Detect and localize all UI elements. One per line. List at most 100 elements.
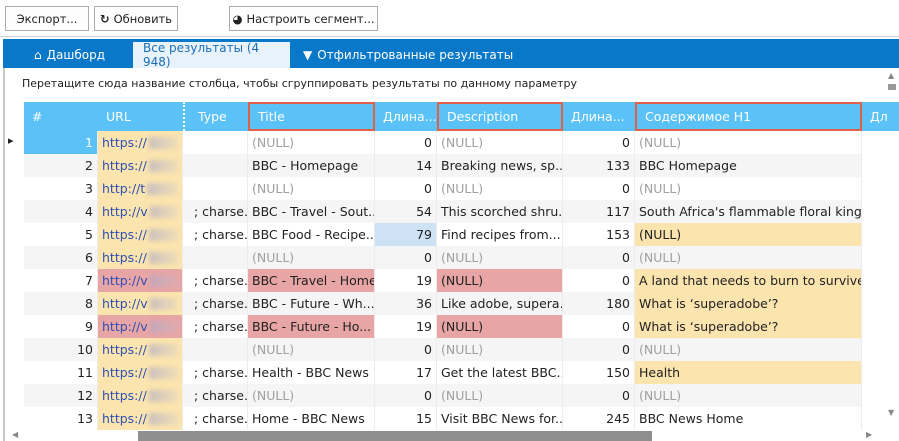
cell-h1[interactable]: (NULL) bbox=[635, 177, 862, 200]
cell-dlen[interactable]: 133 bbox=[563, 154, 635, 177]
cell-dlen[interactable]: 0 bbox=[563, 246, 635, 269]
tab-filtered-results[interactable]: ▼ Отфильтрованные результаты bbox=[293, 42, 523, 68]
export-button[interactable]: Экспорт... bbox=[5, 6, 89, 31]
cell-title[interactable]: Health - BBC News bbox=[248, 361, 375, 384]
cell-url[interactable]: http://v bbox=[98, 292, 183, 315]
cell-h1[interactable]: (NULL) bbox=[635, 223, 862, 246]
cell-title[interactable]: (NULL) bbox=[248, 338, 375, 361]
cell-desc[interactable]: Visit BBC News for... bbox=[437, 407, 563, 430]
cell-tlen[interactable]: 0 bbox=[375, 338, 437, 361]
cell-title[interactable]: BBC - Homepage bbox=[248, 154, 375, 177]
vertical-scrollbar[interactable]: ▲ ▼ bbox=[885, 68, 899, 428]
cell-type[interactable] bbox=[190, 246, 248, 269]
cell-n[interactable]: 10 bbox=[24, 338, 98, 361]
column-header[interactable]: URL bbox=[98, 102, 183, 131]
cell-desc[interactable]: Get the latest BBC... bbox=[437, 361, 563, 384]
cell-n[interactable]: 12 bbox=[24, 384, 98, 407]
cell-url[interactable]: https:// bbox=[98, 361, 183, 384]
cell-n[interactable]: 13 bbox=[24, 407, 98, 430]
cell-title[interactable]: BBC - Future - Ho... bbox=[248, 315, 375, 338]
cell-tlen[interactable]: 19 bbox=[375, 315, 437, 338]
cell-h1[interactable]: (NULL) bbox=[635, 338, 862, 361]
cell-type[interactable] bbox=[190, 131, 248, 154]
cell-title[interactable]: (NULL) bbox=[248, 177, 375, 200]
cell-h1[interactable]: What is ‘superadobe’? bbox=[635, 292, 862, 315]
column-header[interactable]: Длина... bbox=[375, 102, 437, 131]
cell-dlen[interactable]: 117 bbox=[563, 200, 635, 223]
cell-n[interactable]: 5 bbox=[24, 223, 98, 246]
cell-dlen[interactable]: 0 bbox=[563, 269, 635, 292]
horizontal-scrollbar[interactable]: ◀ ▶ bbox=[0, 430, 885, 441]
cell-url[interactable]: http://v bbox=[98, 269, 183, 292]
cell-h1[interactable]: BBC News Home bbox=[635, 407, 862, 430]
group-by-hint[interactable]: Перетащите сюда название столбца, чтобы … bbox=[22, 77, 577, 90]
cell-desc[interactable]: Like adobe, supera... bbox=[437, 292, 563, 315]
cell-n[interactable]: 4 bbox=[24, 200, 98, 223]
cell-url[interactable]: http://v bbox=[98, 200, 183, 223]
cell-title[interactable]: BBC - Future - Wh... bbox=[248, 292, 375, 315]
vertical-scroll-thumb[interactable] bbox=[888, 84, 896, 90]
cell-tlen[interactable]: 0 bbox=[375, 131, 437, 154]
cell-h1[interactable]: What is ‘superadobe’? bbox=[635, 315, 862, 338]
tab-all-results[interactable]: Все результаты (4 948) bbox=[133, 41, 290, 69]
column-header[interactable]: # bbox=[24, 102, 98, 131]
cell-tlen[interactable]: 0 bbox=[375, 384, 437, 407]
cell-n[interactable]: 7 bbox=[24, 269, 98, 292]
cell-type[interactable]: ; charse... bbox=[190, 292, 248, 315]
cell-type[interactable] bbox=[190, 338, 248, 361]
cell-url[interactable]: https:// bbox=[98, 246, 183, 269]
cell-url[interactable]: http://t bbox=[98, 177, 183, 200]
column-header[interactable]: Длина... bbox=[563, 102, 635, 131]
scroll-down-icon[interactable]: ▼ bbox=[888, 408, 894, 417]
cell-desc[interactable]: Find recipes from... bbox=[437, 223, 563, 246]
cell-url[interactable]: https:// bbox=[98, 338, 183, 361]
cell-url[interactable]: https:// bbox=[98, 384, 183, 407]
cell-title[interactable]: (NULL) bbox=[248, 246, 375, 269]
cell-dlen[interactable]: 0 bbox=[563, 384, 635, 407]
cell-n[interactable]: 9 bbox=[24, 315, 98, 338]
column-header[interactable]: Title bbox=[248, 102, 375, 131]
cell-n[interactable]: 1 bbox=[24, 131, 98, 154]
cell-n[interactable]: 2 bbox=[24, 154, 98, 177]
cell-dlen[interactable]: 153 bbox=[563, 223, 635, 246]
cell-desc[interactable]: (NULL) bbox=[437, 315, 563, 338]
cell-title[interactable]: Home - BBC News bbox=[248, 407, 375, 430]
cell-tlen[interactable]: 0 bbox=[375, 246, 437, 269]
cell-url[interactable]: http://v bbox=[98, 315, 183, 338]
cell-url[interactable]: https:// bbox=[98, 131, 183, 154]
cell-dlen[interactable]: 180 bbox=[563, 292, 635, 315]
cell-desc[interactable]: Breaking news, sp... bbox=[437, 154, 563, 177]
cell-type[interactable]: ; charse... bbox=[190, 361, 248, 384]
cell-type[interactable]: ; charse... bbox=[190, 200, 248, 223]
cell-tlen[interactable]: 79 bbox=[375, 223, 437, 246]
cell-h1[interactable]: South Africa's flammable floral king... bbox=[635, 200, 862, 223]
scroll-left-icon[interactable]: ◀ bbox=[12, 430, 18, 439]
cell-h1[interactable]: (NULL) bbox=[635, 246, 862, 269]
cell-dlen[interactable]: 0 bbox=[563, 338, 635, 361]
refresh-button[interactable]: ↻ Обновить bbox=[94, 6, 178, 31]
horizontal-scroll-thumb[interactable] bbox=[138, 431, 652, 441]
cell-h1[interactable]: A land that needs to burn to survive bbox=[635, 269, 862, 292]
cell-h1[interactable]: (NULL) bbox=[635, 131, 862, 154]
tab-dashboard[interactable]: ⌂ Дашборд bbox=[24, 42, 124, 68]
cell-tlen[interactable]: 36 bbox=[375, 292, 437, 315]
cell-title[interactable]: (NULL) bbox=[248, 384, 375, 407]
cell-url[interactable]: https:// bbox=[98, 154, 183, 177]
cell-tlen[interactable]: 0 bbox=[375, 177, 437, 200]
cell-desc[interactable]: (NULL) bbox=[437, 338, 563, 361]
cell-url[interactable]: https:// bbox=[98, 223, 183, 246]
cell-type[interactable]: ; charse... bbox=[190, 223, 248, 246]
cell-h1[interactable]: Health bbox=[635, 361, 862, 384]
cell-dlen[interactable]: 0 bbox=[563, 315, 635, 338]
cell-dlen[interactable]: 0 bbox=[563, 131, 635, 154]
cell-desc[interactable]: (NULL) bbox=[437, 131, 563, 154]
cell-type[interactable]: ; charse... bbox=[190, 384, 248, 407]
cell-type[interactable] bbox=[190, 154, 248, 177]
cell-desc[interactable]: This scorched shru... bbox=[437, 200, 563, 223]
cell-desc[interactable]: (NULL) bbox=[437, 269, 563, 292]
cell-tlen[interactable]: 17 bbox=[375, 361, 437, 384]
column-header[interactable]: Type bbox=[190, 102, 248, 131]
cell-type[interactable]: ; charse... bbox=[190, 407, 248, 430]
cell-tlen[interactable]: 54 bbox=[375, 200, 437, 223]
scroll-right-icon[interactable]: ▶ bbox=[866, 430, 872, 439]
